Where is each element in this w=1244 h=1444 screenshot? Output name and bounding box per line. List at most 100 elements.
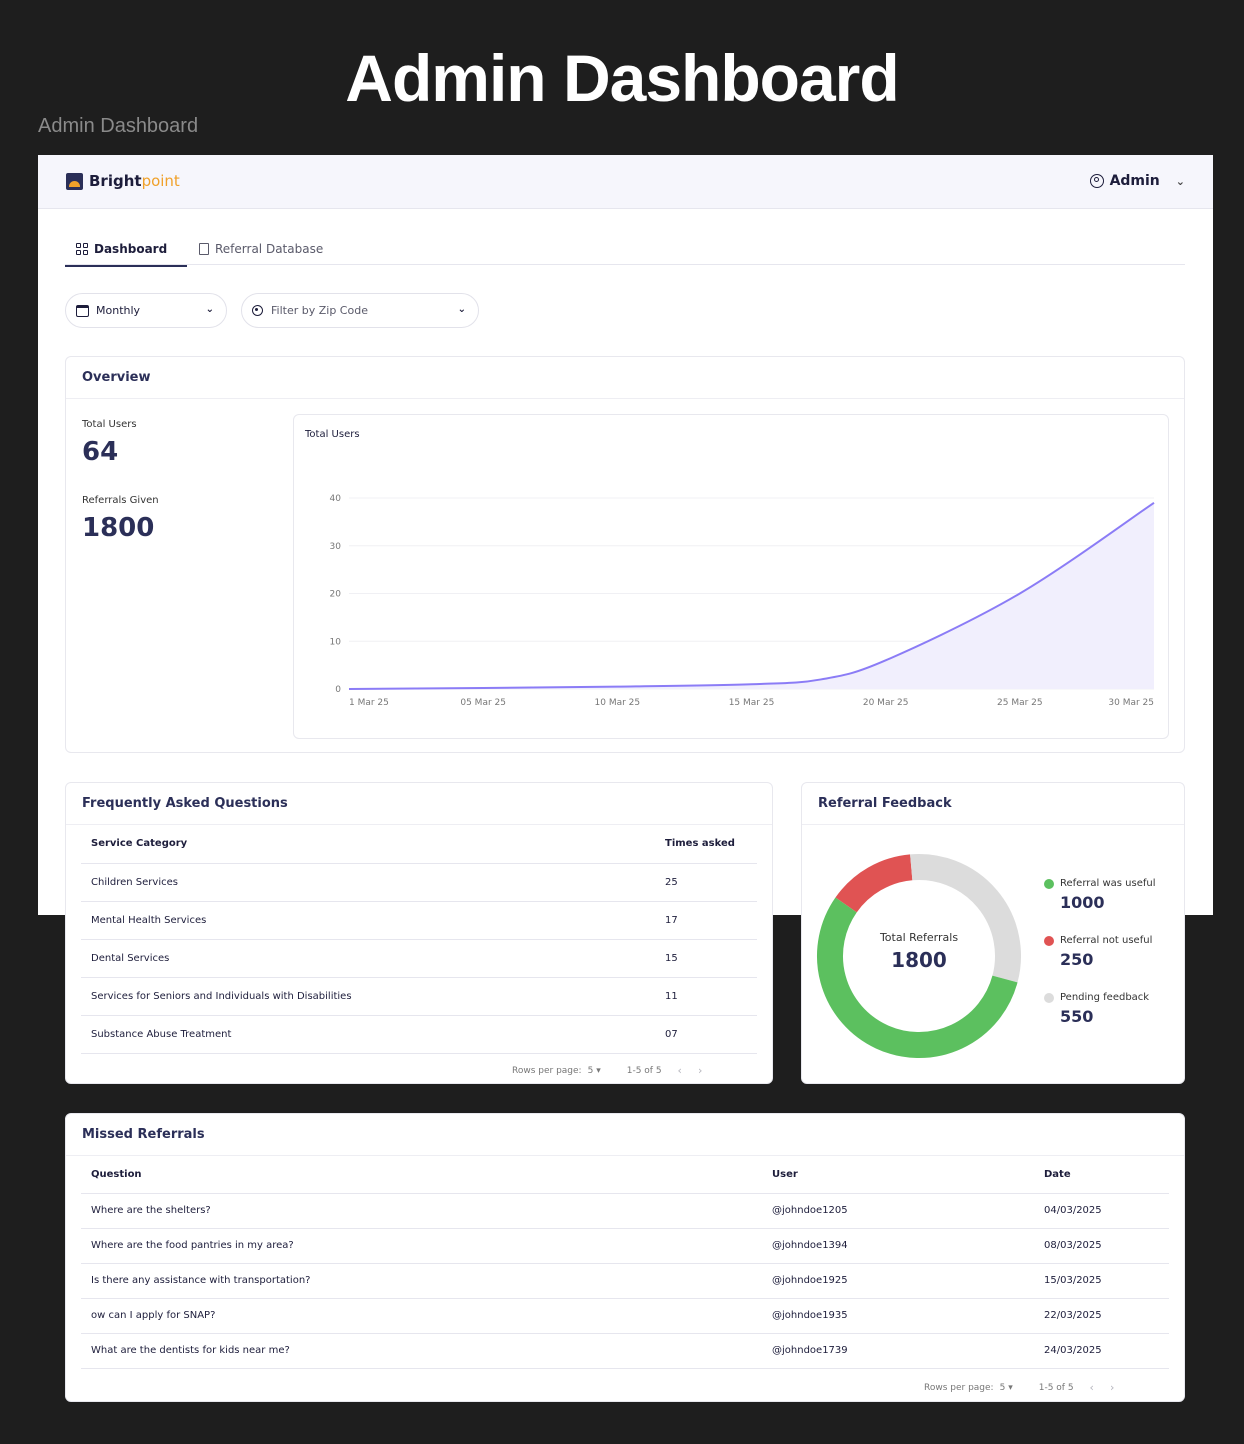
rows-per-page-label: Rows per page: bbox=[924, 1382, 994, 1393]
table-cell: @johndoe1394 bbox=[762, 1228, 1034, 1264]
table-cell: 15/03/2025 bbox=[1034, 1263, 1169, 1299]
admin-menu[interactable]: Admin ⌄ bbox=[1089, 173, 1185, 189]
faq-title: Frequently Asked Questions bbox=[82, 796, 288, 811]
table-cell: 04/03/2025 bbox=[1034, 1193, 1169, 1229]
legend-value: 550 bbox=[1060, 1007, 1094, 1026]
missed-referrals-table: Question User Date Where are the shelter… bbox=[81, 1156, 1169, 1369]
chevron-down-icon: ⌄ bbox=[205, 304, 214, 315]
table-cell: Dental Services bbox=[81, 939, 655, 978]
prev-page-icon[interactable]: ‹ bbox=[1090, 1381, 1094, 1394]
table-cell: Where are the food pantries in my area? bbox=[81, 1228, 762, 1264]
x-tick-label: 20 Mar 25 bbox=[863, 698, 909, 708]
table-cell: 24/03/2025 bbox=[1034, 1333, 1169, 1369]
table-row[interactable]: Services for Seniors and Individuals wit… bbox=[81, 977, 757, 1016]
legend-dot bbox=[1044, 935, 1054, 946]
page-range: 1-5 of 5 bbox=[626, 1065, 662, 1076]
total-users-chart: Total Users 0 10 20 30 40 1 Mar 25 05 Mar 25 10… bbox=[293, 414, 1169, 739]
table-row[interactable]: Mental Health Services 17 bbox=[81, 901, 757, 940]
x-tick-label: 25 Mar 25 bbox=[997, 698, 1043, 708]
referral-feedback-card: Referral Feedback Total Referrals 1800 R… bbox=[801, 782, 1185, 1084]
chevron-down-icon: ⌄ bbox=[1175, 174, 1185, 188]
legend-item-pending: Pending feedback 550 bbox=[1044, 992, 1149, 1026]
y-tick-label: 10 bbox=[330, 637, 342, 647]
page-range: 1-5 of 5 bbox=[1038, 1382, 1074, 1393]
table-cell: What are the dentists for kids near me? bbox=[81, 1333, 762, 1369]
legend-dot bbox=[1044, 992, 1054, 1003]
donut-center-label: Total Referrals bbox=[879, 931, 959, 944]
tab-label: Dashboard bbox=[94, 242, 168, 256]
legend-label: Referral not useful bbox=[1060, 935, 1153, 946]
legend-item-not-useful: Referral not useful 250 bbox=[1044, 935, 1152, 969]
logo-icon bbox=[66, 172, 83, 190]
donut-center-value: 1800 bbox=[891, 948, 947, 972]
missed-pagination: Rows per page: 5 ▾ 1-5 of 5 ‹ › bbox=[924, 1381, 1114, 1394]
table-cell: Children Services bbox=[81, 863, 655, 902]
x-tick-label: 15 Mar 25 bbox=[729, 698, 775, 708]
table-cell: Substance Abuse Treatment bbox=[81, 1015, 655, 1054]
calendar-icon bbox=[76, 304, 89, 317]
table-cell: 25 bbox=[655, 863, 757, 902]
logo-text-bold: Bright bbox=[89, 172, 142, 190]
table-row[interactable]: ow can I apply for SNAP? @johndoe1935 22/0… bbox=[81, 1298, 1169, 1334]
x-tick-label: 05 Mar 25 bbox=[460, 698, 506, 708]
table-cell: @johndoe1205 bbox=[762, 1193, 1034, 1229]
zip-filter-placeholder: Filter by Zip Code bbox=[271, 304, 368, 317]
table-row[interactable]: What are the dentists for kids near me? @… bbox=[81, 1333, 1169, 1369]
table-cell: 08/03/2025 bbox=[1034, 1228, 1169, 1264]
y-tick-label: 30 bbox=[330, 542, 342, 552]
table-cell: ow can I apply for SNAP? bbox=[81, 1298, 762, 1334]
table-cell: Where are the shelters? bbox=[81, 1193, 762, 1229]
tab-dashboard[interactable]: Dashboard bbox=[65, 242, 187, 267]
y-tick-label: 0 bbox=[335, 685, 341, 695]
page-heading: Admin Dashboard bbox=[345, 41, 899, 115]
table-cell: @johndoe1739 bbox=[762, 1333, 1034, 1369]
rows-per-page-select[interactable]: 5 ▾ bbox=[1000, 1383, 1013, 1393]
rows-per-page-select[interactable]: 5 ▾ bbox=[588, 1066, 601, 1076]
period-value: Monthly bbox=[96, 304, 141, 317]
referrals-given-value: 1800 bbox=[82, 513, 155, 543]
table-cell: 15 bbox=[655, 939, 757, 978]
table-cell: @johndoe1935 bbox=[762, 1298, 1034, 1334]
legend-value: 250 bbox=[1060, 950, 1094, 969]
chevron-down-icon: ⌄ bbox=[457, 304, 466, 315]
tab-bar: Dashboard Referral Database bbox=[65, 232, 1185, 267]
period-select[interactable]: Monthly ⌄ bbox=[65, 293, 227, 328]
next-page-icon[interactable]: › bbox=[698, 1064, 702, 1077]
faq-pagination: Rows per page: 5 ▾ 1-5 of 5 ‹ › bbox=[512, 1064, 702, 1077]
x-tick-label: 1 Mar 25 bbox=[349, 698, 389, 708]
table-cell: 07 bbox=[655, 1015, 757, 1054]
overview-title: Overview bbox=[82, 370, 151, 385]
table-cell: 22/03/2025 bbox=[1034, 1298, 1169, 1334]
overview-card: Overview Total Users 64 Referrals Given … bbox=[65, 356, 1185, 753]
table-row[interactable]: Dental Services 15 bbox=[81, 939, 757, 978]
legend-label: Referral was useful bbox=[1060, 878, 1156, 889]
table-row[interactable]: Where are the shelters? @johndoe1205 04/03… bbox=[81, 1193, 1169, 1229]
grid-icon bbox=[76, 243, 88, 255]
column-header: Date bbox=[1034, 1156, 1169, 1194]
table-cell: Mental Health Services bbox=[81, 901, 655, 940]
tab-label: Referral Database bbox=[215, 242, 324, 256]
chart-canvas: 0 10 20 30 40 1 Mar 25 05 Mar 25 10 Mar 25 15 Ma… bbox=[330, 494, 1155, 708]
zip-filter-select[interactable]: Filter by Zip Code ⌄ bbox=[241, 293, 479, 328]
feedback-title: Referral Feedback bbox=[818, 796, 952, 811]
table-row[interactable]: Substance Abuse Treatment 07 bbox=[81, 1015, 757, 1054]
legend-dot bbox=[1044, 878, 1054, 889]
column-header: Question bbox=[81, 1156, 762, 1194]
logo-text-light: point bbox=[141, 172, 180, 190]
next-page-icon[interactable]: › bbox=[1110, 1381, 1114, 1394]
table-cell: 11 bbox=[655, 977, 757, 1016]
app-header: Brightpoint Admin ⌄ bbox=[38, 155, 1213, 209]
legend-item-useful: Referral was useful 1000 bbox=[1044, 878, 1156, 912]
table-row[interactable]: Is there any assistance with transportat… bbox=[81, 1263, 1169, 1299]
y-tick-label: 20 bbox=[330, 590, 342, 600]
document-icon bbox=[199, 243, 209, 255]
prev-page-icon[interactable]: ‹ bbox=[678, 1064, 682, 1077]
tab-referral-database[interactable]: Referral Database bbox=[199, 242, 323, 256]
table-cell: Is there any assistance with transportat… bbox=[81, 1263, 762, 1299]
missed-title: Missed Referrals bbox=[82, 1127, 205, 1142]
table-row[interactable]: Children Services 25 bbox=[81, 863, 757, 902]
table-cell: Services for Seniors and Individuals wit… bbox=[81, 977, 655, 1016]
table-row[interactable]: Where are the food pantries in my area? @… bbox=[81, 1228, 1169, 1264]
column-header: Times asked bbox=[655, 825, 757, 864]
brand-logo[interactable]: Brightpoint bbox=[66, 172, 180, 190]
